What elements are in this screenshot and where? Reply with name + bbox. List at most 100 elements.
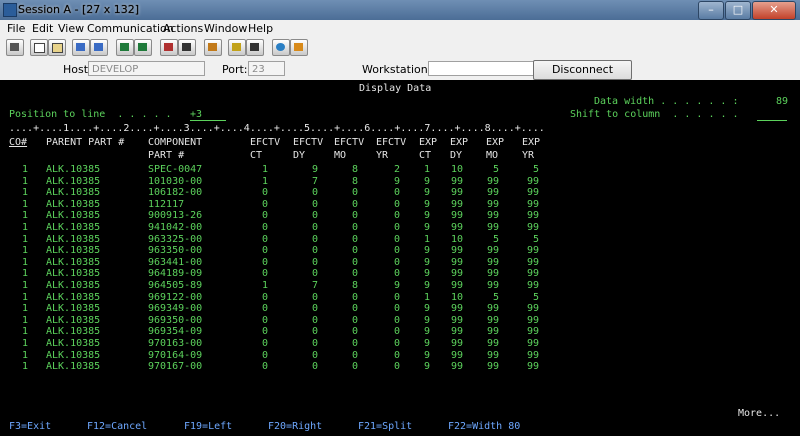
header-exp-yr-sub: YR bbox=[522, 150, 535, 161]
cell-exp-dy: 10 bbox=[450, 291, 463, 303]
key-icon[interactable] bbox=[290, 39, 308, 56]
menu-actions[interactable]: Actions bbox=[163, 22, 203, 35]
fkey-f22-width[interactable]: F22=Width 80 bbox=[448, 421, 520, 433]
cell-co: 1 bbox=[22, 256, 29, 268]
cell-efctv-mo: 8 bbox=[351, 164, 358, 175]
cell-exp-yr: 99 bbox=[526, 187, 539, 199]
cell-co: 1 bbox=[22, 338, 29, 349]
port-field[interactable]: 23 bbox=[248, 61, 285, 76]
shift-to-column-input[interactable] bbox=[757, 109, 787, 121]
cell-exp-mo: 99 bbox=[486, 210, 499, 222]
cell-efctv-yr: 0 bbox=[393, 222, 400, 233]
cell-efctv-dy: 0 bbox=[311, 314, 318, 326]
cell-exp-yr: 99 bbox=[526, 175, 539, 187]
cell-efctv-yr: 0 bbox=[393, 268, 400, 280]
menu-view[interactable]: View bbox=[58, 22, 84, 35]
cell-exp-ct: 1 bbox=[423, 291, 430, 303]
cell-exp-ct: 9 bbox=[423, 280, 430, 291]
cell-efctv-yr: 2 bbox=[393, 164, 400, 175]
cell-component-part: 900913-26 bbox=[148, 210, 203, 222]
toolbar bbox=[0, 36, 800, 59]
session-icon[interactable] bbox=[134, 39, 152, 56]
cell-co: 1 bbox=[22, 233, 29, 245]
close-button[interactable]: ✕ bbox=[752, 1, 796, 20]
cell-parent-part: ALK.10385 bbox=[46, 303, 101, 315]
cell-efctv-ct: 0 bbox=[261, 361, 268, 373]
cell-exp-mo: 99 bbox=[486, 268, 499, 280]
header-efctv-yr: EFCTV bbox=[376, 137, 407, 148]
print-icon[interactable] bbox=[6, 39, 24, 56]
maximize-button[interactable]: □ bbox=[725, 1, 751, 20]
cell-efctv-ct: 0 bbox=[261, 210, 268, 222]
cell-parent-part: ALK.10385 bbox=[46, 268, 101, 280]
cell-component-part: 964189-09 bbox=[148, 268, 203, 280]
cell-exp-dy: 99 bbox=[450, 222, 463, 233]
menu-window[interactable]: Window bbox=[204, 22, 247, 35]
send-file-icon[interactable] bbox=[72, 39, 90, 56]
host-field[interactable]: DEVELOP bbox=[88, 61, 205, 76]
cell-exp-ct: 9 bbox=[423, 303, 430, 315]
cell-exp-ct: 9 bbox=[423, 338, 430, 349]
cell-exp-dy: 10 bbox=[450, 233, 463, 245]
minimize-button[interactable]: – bbox=[698, 1, 724, 20]
cell-parent-part: ALK.10385 bbox=[46, 245, 101, 257]
cell-exp-mo: 5 bbox=[492, 233, 499, 245]
cell-component-part: 969122-00 bbox=[148, 291, 203, 303]
workstation-field[interactable] bbox=[428, 61, 539, 76]
position-to-line-input[interactable]: +3 bbox=[190, 109, 226, 121]
cell-efctv-mo: 0 bbox=[351, 326, 358, 338]
cell-exp-dy: 99 bbox=[450, 256, 463, 268]
menu-communication[interactable]: Communication bbox=[87, 22, 174, 35]
cell-exp-mo: 99 bbox=[486, 361, 499, 373]
menu-file[interactable]: File bbox=[7, 22, 25, 35]
menu-edit[interactable]: Edit bbox=[32, 22, 53, 35]
macro-stop-icon[interactable] bbox=[178, 39, 196, 56]
macro-edit-icon[interactable] bbox=[228, 39, 246, 56]
cell-parent-part: ALK.10385 bbox=[46, 291, 101, 303]
menu-help[interactable]: Help bbox=[248, 22, 273, 35]
cell-efctv-yr: 0 bbox=[393, 361, 400, 373]
fkey-f19-left[interactable]: F19=Left bbox=[184, 421, 232, 433]
cell-exp-dy: 99 bbox=[450, 338, 463, 349]
fkey-f3-exit[interactable]: F3=Exit bbox=[9, 421, 51, 433]
paste-icon[interactable] bbox=[48, 39, 66, 56]
cell-parent-part: ALK.10385 bbox=[46, 326, 101, 338]
cell-parent-part: ALK.10385 bbox=[46, 187, 101, 199]
header-exp-mo: EXP bbox=[486, 137, 505, 148]
terminal-screen[interactable]: Display Data Data width . . . . . . : 89… bbox=[0, 80, 800, 436]
macro-record-icon[interactable] bbox=[160, 39, 178, 56]
cell-efctv-ct: 0 bbox=[261, 303, 268, 315]
cell-efctv-mo: 0 bbox=[351, 256, 358, 268]
disconnect-button[interactable]: Disconnect bbox=[533, 60, 632, 80]
cell-exp-ct: 9 bbox=[423, 222, 430, 233]
cell-efctv-ct: 0 bbox=[261, 314, 268, 326]
cell-exp-yr: 5 bbox=[532, 291, 539, 303]
cell-exp-yr: 99 bbox=[526, 222, 539, 233]
receive-file-icon[interactable] bbox=[90, 39, 108, 56]
cell-exp-yr: 99 bbox=[526, 268, 539, 280]
cell-component-part: 969350-00 bbox=[148, 314, 203, 326]
copy-icon[interactable] bbox=[30, 39, 48, 56]
header-exp-dy-sub: DY bbox=[450, 150, 463, 161]
screen-title: Display Data bbox=[359, 83, 432, 94]
cell-parent-part: ALK.10385 bbox=[46, 349, 101, 361]
fkey-f20-right[interactable]: F20=Right bbox=[268, 421, 322, 433]
macro-play-icon[interactable] bbox=[204, 39, 222, 56]
cell-exp-dy: 99 bbox=[450, 326, 463, 338]
cell-exp-mo: 99 bbox=[486, 256, 499, 268]
cell-exp-mo: 99 bbox=[486, 187, 499, 199]
cell-co: 1 bbox=[22, 349, 29, 361]
display-icon[interactable] bbox=[116, 39, 134, 56]
cell-exp-dy: 99 bbox=[450, 361, 463, 373]
cell-component-part: 970164-09 bbox=[148, 349, 203, 361]
globe-icon[interactable] bbox=[272, 39, 290, 56]
cell-efctv-dy: 0 bbox=[311, 303, 318, 315]
cell-component-part: 970167-00 bbox=[148, 361, 203, 373]
cell-exp-yr: 5 bbox=[532, 233, 539, 245]
cell-efctv-dy: 0 bbox=[311, 349, 318, 361]
macro-options-icon[interactable] bbox=[246, 39, 264, 56]
cell-exp-mo: 5 bbox=[492, 291, 499, 303]
cell-parent-part: ALK.10385 bbox=[46, 256, 101, 268]
fkey-f12-cancel[interactable]: F12=Cancel bbox=[87, 421, 147, 433]
fkey-f21-split[interactable]: F21=Split bbox=[358, 421, 412, 433]
